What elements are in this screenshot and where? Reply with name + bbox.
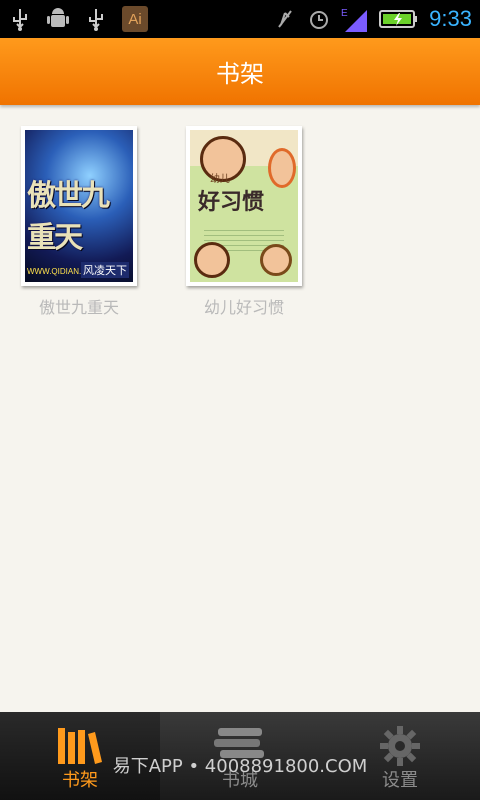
clock: 9:33: [429, 6, 472, 31]
usb-icon: [84, 7, 108, 31]
android-debug-icon: [46, 7, 70, 31]
book-cover[interactable]: 傲世九重天 WWW.QIDIAN.COM 风凌天下: [21, 126, 137, 286]
vibrate-off-icon: [273, 7, 297, 31]
book-cover-image: 幼儿 好习惯: [190, 130, 298, 282]
svg-text:E: E: [341, 8, 348, 19]
book-item[interactable]: 幼儿 好习惯 幼儿好习惯: [186, 126, 302, 318]
book-title: 傲世九重天: [38, 298, 119, 317]
ai-app-icon: Ai: [122, 6, 148, 32]
page-title: 书架: [216, 60, 264, 88]
footer-overlay-text: 易下APP • 4008891800.COM: [112, 756, 368, 777]
status-bar: Ai E 9:33: [0, 0, 480, 38]
book-item[interactable]: 傲世九重天 WWW.QIDIAN.COM 风凌天下 傲世九重天: [21, 126, 137, 318]
usb-icon: [8, 7, 32, 31]
book-cover[interactable]: 幼儿 好习惯: [186, 126, 302, 286]
battery-icon: [379, 7, 419, 31]
bookshelf: 傲世九重天 WWW.QIDIAN.COM 风凌天下 傲世九重天 幼儿 好习惯 幼…: [0, 105, 480, 712]
book-title: 幼儿好习惯: [203, 298, 284, 317]
alarm-icon: [307, 7, 331, 31]
book-cover-image: 傲世九重天 WWW.QIDIAN.COM 风凌天下: [25, 130, 133, 282]
signal-icon: E: [341, 7, 369, 32]
title-bar: 书架: [0, 38, 480, 105]
